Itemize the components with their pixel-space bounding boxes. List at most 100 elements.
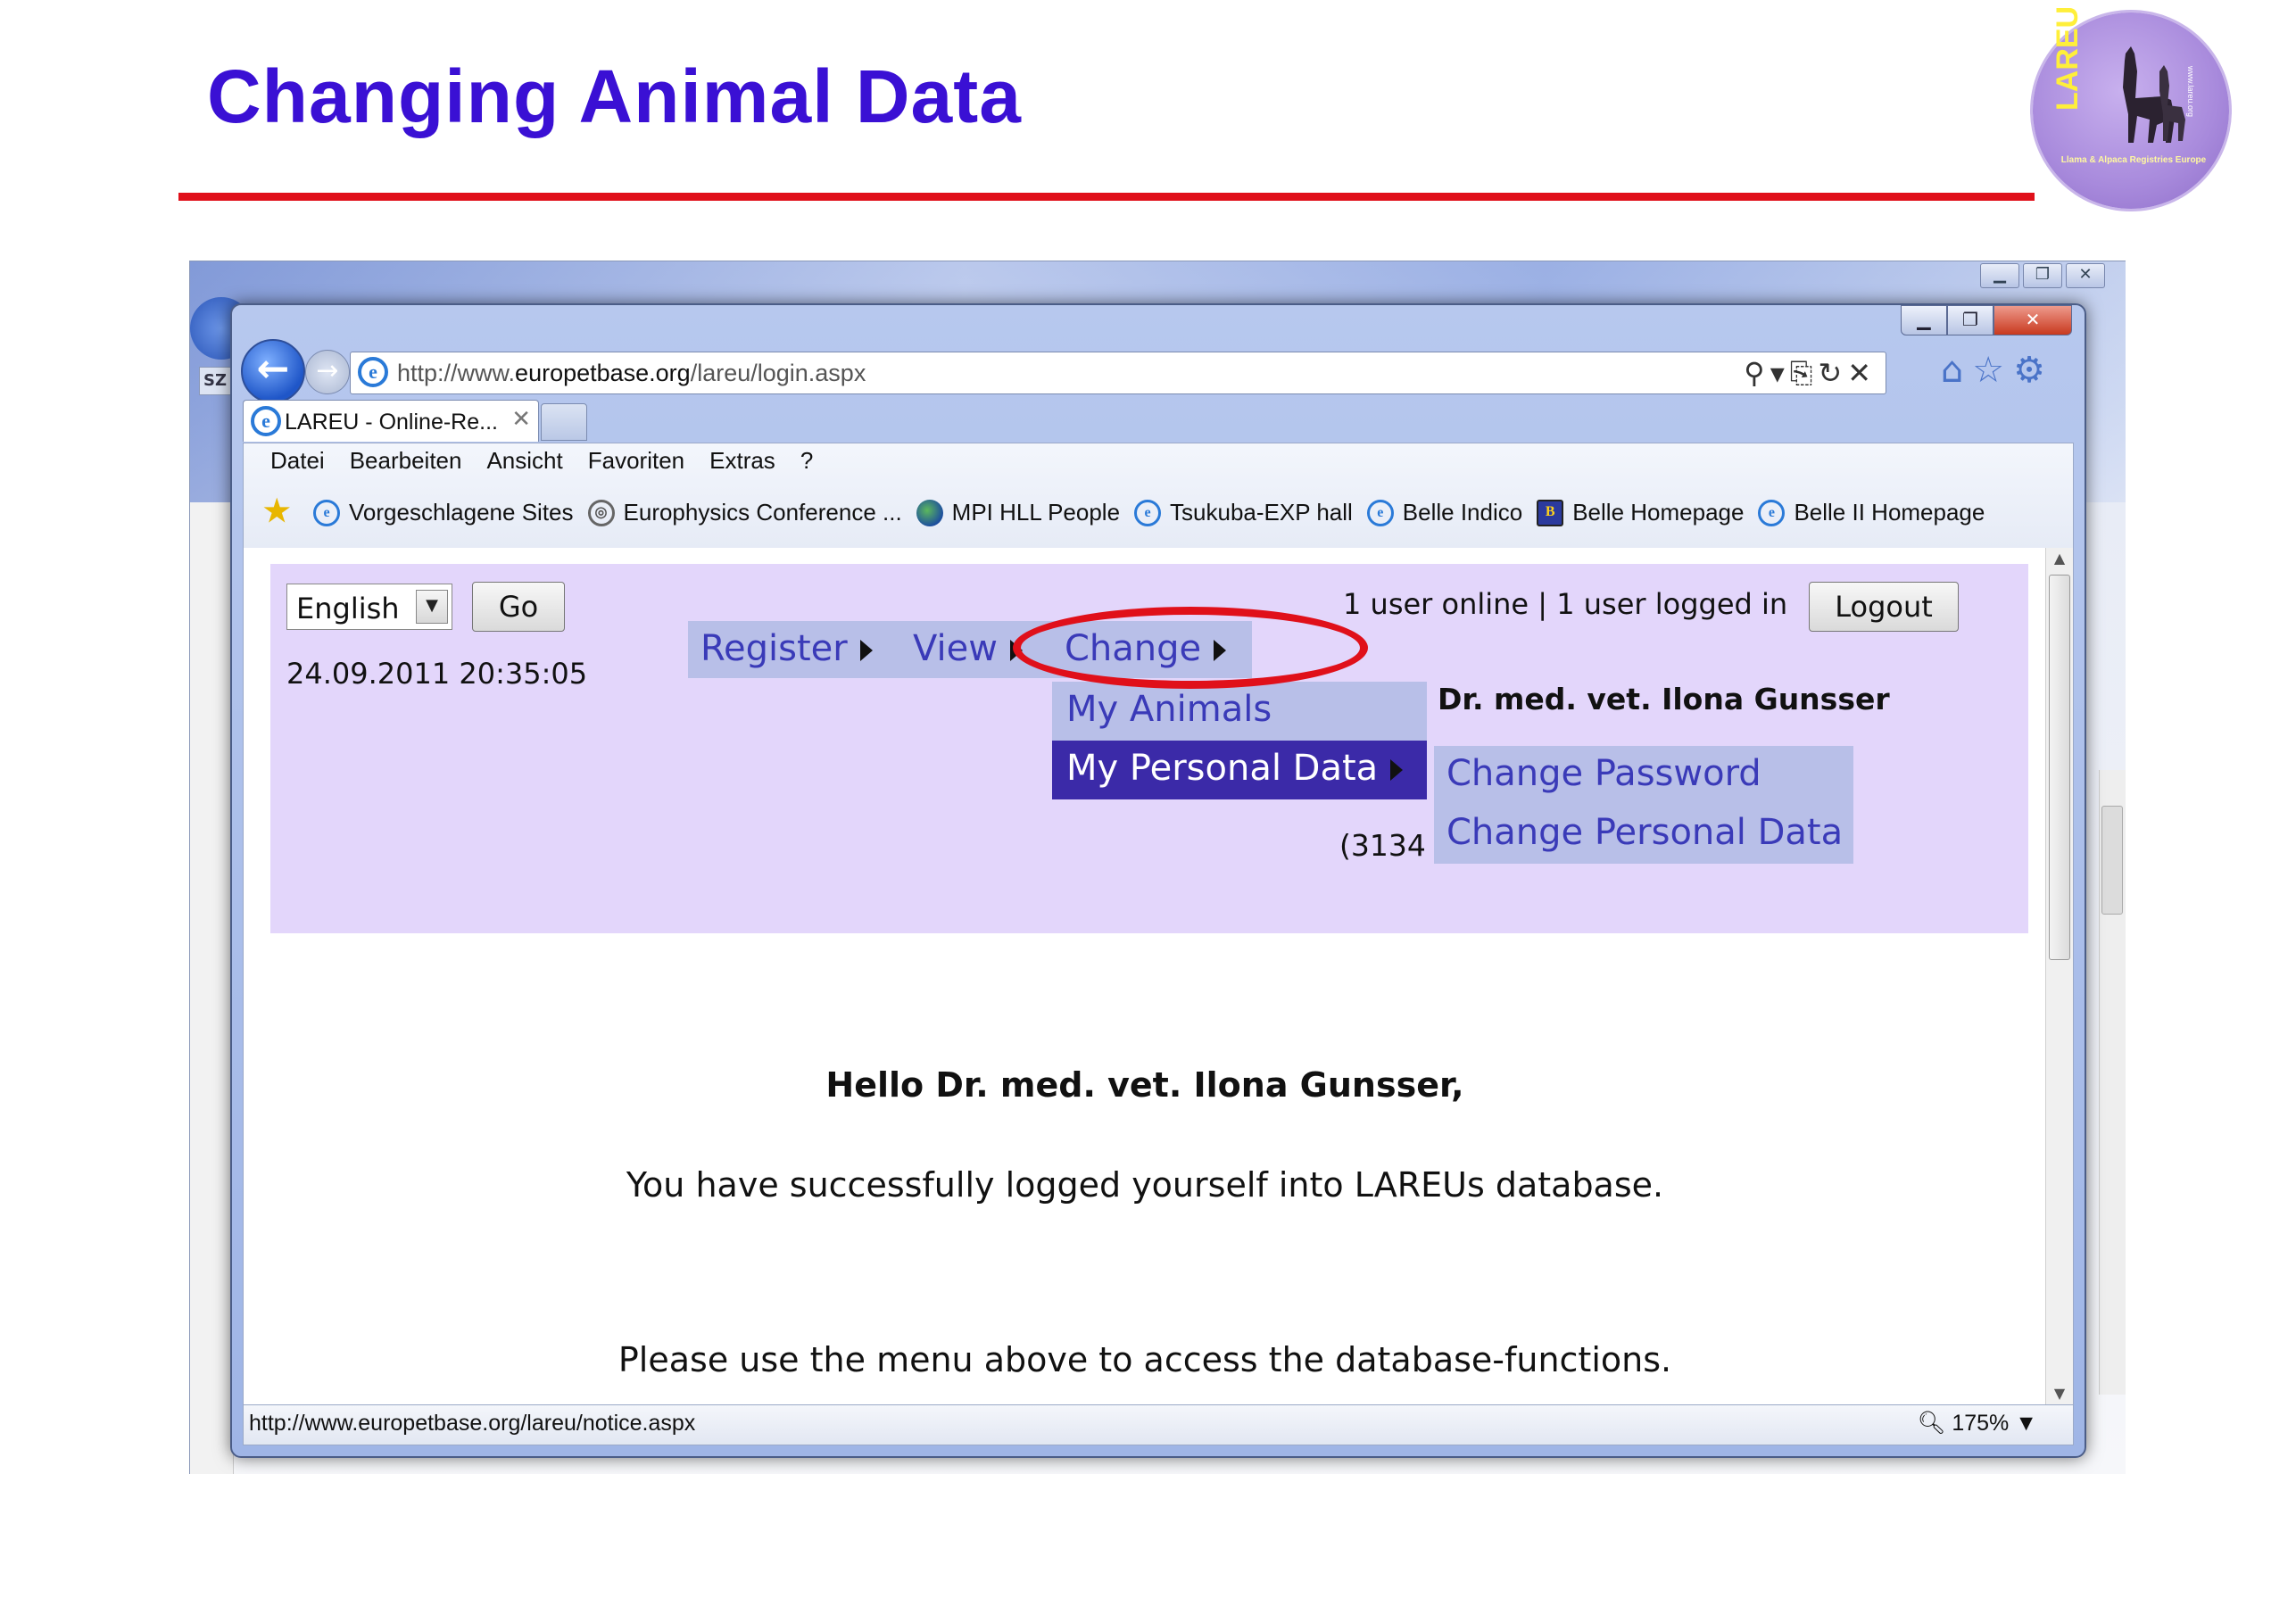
status-bar: http://www.europetbase.org/lareu/notice.…	[243, 1404, 2074, 1445]
menu-view[interactable]: View	[913, 628, 1023, 669]
triangle-right-icon	[1390, 759, 1404, 781]
chevron-down-icon[interactable]: ▼	[2009, 1411, 2037, 1436]
login-message: You have successfully logged yourself in…	[626, 1165, 1664, 1205]
llama-icon	[2123, 46, 2185, 143]
scroll-down-icon[interactable]: ▼	[2051, 1385, 2068, 1403]
background-sidebar	[190, 502, 234, 1474]
ie-icon: e	[1366, 499, 1394, 526]
window-controls: ▁ ❐ ✕	[1901, 305, 2072, 335]
logo-url: www.lareu.org	[2186, 66, 2195, 118]
tab-lareu[interactable]: e LAREU - Online-Re... ✕	[243, 400, 539, 442]
user-name: Dr. med. vet. Ilona Gunsser	[1438, 682, 1890, 716]
search-icon[interactable]: ⚲	[1744, 356, 1770, 390]
submenu-my-animals[interactable]: My Animals	[1052, 682, 1427, 741]
url-path: /lareu/login.aspx	[690, 360, 866, 386]
tab-close-icon[interactable]: ✕	[511, 406, 531, 433]
language-value: English	[296, 592, 400, 625]
tab-bar: e LAREU - Online-Re... ✕	[243, 398, 2072, 443]
logout-button[interactable]: Logout	[1809, 582, 1959, 632]
favorites-bar: ★ e Vorgeschlagene Sites ◎ Europhysics Con…	[263, 496, 1999, 526]
scroll-up-icon[interactable]: ▲	[2051, 550, 2068, 567]
favorite-item[interactable]: ◎ Europhysics Conference ...	[587, 499, 902, 526]
new-tab-button[interactable]	[541, 403, 587, 441]
menu-help[interactable]: ?	[800, 447, 813, 475]
favorite-item[interactable]: B Belle Homepage	[1537, 499, 1744, 526]
belle-icon: B	[1537, 499, 1564, 526]
favorite-item[interactable]: e Vorgeschlagene Sites	[313, 499, 574, 526]
logo-text: LAREU	[2051, 5, 2085, 111]
menu-register[interactable]: Register	[700, 628, 873, 669]
background-sidebar-label: SZ	[199, 367, 231, 395]
scrollbar-thumb[interactable]	[2049, 575, 2070, 960]
home-icon[interactable]: ⌂	[1941, 350, 1972, 391]
gear-icon[interactable]: ⚙	[2013, 350, 2054, 391]
favorite-label: Belle II Homepage	[1794, 499, 1985, 526]
status-url: http://www.europetbase.org/lareu/notice.…	[249, 1411, 696, 1436]
menu-register-label: Register	[700, 628, 848, 669]
favorite-item[interactable]: e Belle Indico	[1366, 499, 1523, 526]
refresh-icon[interactable]: ↻	[1818, 356, 1847, 390]
menu-ansicht[interactable]: Ansicht	[486, 447, 562, 475]
favorite-item[interactable]: MPI HLL People	[916, 499, 1120, 526]
globe-icon	[916, 499, 943, 526]
url-domain: europetbase.org	[515, 360, 691, 386]
close-icon[interactable]: ✕	[2066, 263, 2105, 288]
zoom-level: 175%	[1952, 1411, 2010, 1436]
maximize-button[interactable]: ❐	[1947, 305, 1993, 335]
slide-title: Changing Animal Data	[207, 54, 1022, 138]
menu-bar: Datei Bearbeiten Ansicht Favoriten Extra…	[270, 447, 813, 475]
forward-button[interactable]: →	[305, 350, 350, 394]
favorite-label: Vorgeschlagene Sites	[349, 499, 574, 526]
ie-icon: e	[313, 499, 340, 526]
online-status: 1 user online | 1 user logged in	[1343, 587, 1788, 621]
menu-view-label: View	[913, 628, 998, 669]
highlight-ellipse	[1013, 607, 1368, 689]
favorite-item[interactable]: e Belle II Homepage	[1758, 499, 1985, 526]
favorites-star-icon[interactable]: ★	[263, 496, 299, 526]
zoom-icon: 🔍︎	[1917, 1411, 1952, 1436]
favorites-star-icon[interactable]: ☆	[1972, 350, 2013, 391]
menu-bearbeiten[interactable]: Bearbeiten	[350, 447, 462, 475]
close-button[interactable]: ✕	[1993, 305, 2072, 335]
conference-icon: ◎	[587, 499, 615, 526]
stop-icon[interactable]: ✕	[1847, 356, 1877, 390]
ie-icon: e	[1134, 499, 1162, 526]
minimize-icon[interactable]: ▁	[1980, 263, 2019, 288]
favorite-label: MPI HLL People	[951, 499, 1121, 526]
ie-icon: e	[1758, 499, 1786, 526]
tab-label: LAREU - Online-Re...	[285, 410, 498, 435]
zoom-control[interactable]: 🔍︎ 175% ▼	[1918, 1411, 2037, 1437]
menu-favoriten[interactable]: Favoriten	[588, 447, 684, 475]
triangle-right-icon	[859, 640, 873, 661]
minimize-button[interactable]: ▁	[1901, 305, 1947, 335]
submenu-change-personal-data[interactable]: Change Personal Data	[1434, 805, 1853, 864]
personal-data-submenu: Change Password Change Personal Data	[1434, 746, 1853, 864]
language-select[interactable]: English ▼	[286, 584, 452, 630]
background-scrollbar-thumb[interactable]	[2101, 806, 2123, 915]
address-bar[interactable]: e http://www.europetbase.org/lareu/login…	[350, 352, 1886, 394]
submenu-my-personal-data[interactable]: My Personal Data	[1052, 741, 1427, 799]
change-submenu: My Animals My Personal Data	[1052, 682, 1427, 799]
site-header-panel: English ▼ Go 24.09.2011 20:35:05 1 user …	[270, 564, 2028, 933]
chevron-down-icon[interactable]: ▼	[416, 590, 448, 624]
page-viewport: ▲ ▼ English ▼ Go 24.09.2011 20:35:05 1 u…	[243, 548, 2074, 1404]
address-url[interactable]: http://www.europetbase.org/lareu/login.a…	[397, 360, 866, 387]
back-button[interactable]: ←	[241, 339, 305, 403]
menu-datei[interactable]: Datei	[270, 447, 325, 475]
background-window-controls: ▁ ❐ ✕	[1980, 263, 2105, 288]
submenu-my-personal-data-label: My Personal Data	[1066, 748, 1379, 789]
slide-divider	[178, 193, 2035, 201]
partial-phone: (3134	[1339, 828, 1426, 863]
compatibility-icon[interactable]: ⎘	[1790, 356, 1819, 390]
submenu-change-password[interactable]: Change Password	[1434, 746, 1853, 805]
go-button[interactable]: Go	[472, 582, 565, 632]
dropdown-icon[interactable]: ▾	[1770, 356, 1790, 390]
favorite-item[interactable]: e Tsukuba-EXP hall	[1134, 499, 1353, 526]
favorite-label: Belle Indico	[1402, 499, 1523, 526]
toolbar-right: ⌂☆⚙	[1941, 350, 2054, 391]
menu-extras[interactable]: Extras	[709, 447, 775, 475]
url-prefix: http://www.	[397, 360, 516, 386]
restore-icon[interactable]: ❐	[2023, 263, 2062, 288]
ie-icon: e	[251, 406, 281, 436]
vertical-scrollbar[interactable]: ▲ ▼	[2045, 548, 2073, 1404]
